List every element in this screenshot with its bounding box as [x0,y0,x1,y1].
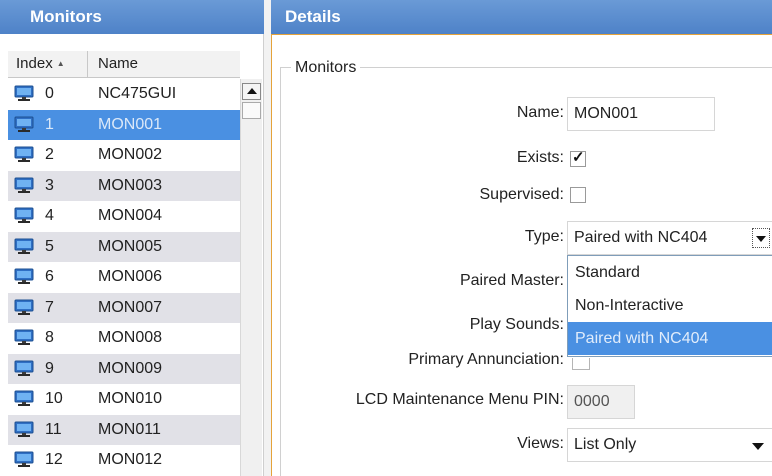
name-column-label: Name [98,55,139,72]
row-name: MON002 [98,146,163,163]
list-item[interactable]: 9 MON009 [8,353,240,384]
row-index: 5 [45,237,54,255]
groupbox-title: Monitors [291,59,361,77]
list-item[interactable]: 5 MON005 [8,231,240,262]
monitor-icon [14,85,34,101]
list-item[interactable]: 6 MON006 [8,262,240,293]
list-item[interactable]: 1 MON001 [8,109,240,140]
type-option-standard[interactable]: Standard [568,256,772,289]
row-index: 12 [45,451,63,468]
details-panel-title: Details [271,0,772,34]
row-name: NC475GUI [98,85,177,102]
scroll-up-button[interactable] [242,83,261,100]
row-index: 11 [45,420,62,438]
row-index: 9 [45,359,54,377]
supervised-label: Supervised: [479,186,565,203]
row-name: MON004 [98,207,163,224]
row-index: 3 [45,176,54,194]
primary-annunciation-label: Primary Annunciation: [408,351,564,368]
monitor-icon [14,390,34,406]
list-scrollbar[interactable] [240,79,262,476]
monitor-icon [14,146,34,162]
row-name: MON008 [98,329,163,346]
monitor-icon [14,360,34,376]
monitor-icon [14,451,34,467]
row-index: 4 [45,207,54,224]
type-option-non-interactive[interactable]: Non-Interactive [568,289,772,322]
index-column-label: Index [16,55,53,72]
name-column-header[interactable]: Name [98,51,138,77]
row-index: 0 [45,85,54,102]
list-item[interactable]: 12 MON012 [8,445,240,476]
list-column-header: Index ▲ Name [8,51,240,78]
list-item[interactable]: 4 MON004 [8,201,240,232]
row-name: MON010 [98,390,163,407]
exists-checkbox[interactable]: ✓ [570,149,586,167]
row-name: MON009 [98,359,163,377]
primary-annunciation-checkbox[interactable] [572,358,590,370]
list-item[interactable]: 7 MON007 [8,292,240,323]
row-name: MON006 [98,268,163,285]
panel-splitter[interactable] [264,0,271,476]
row-index: 8 [45,329,54,346]
views-label: Views: [517,435,564,452]
monitor-icon [14,177,34,193]
exists-label: Exists: [516,149,564,166]
monitor-icon [14,116,34,132]
type-dropdown-list: Standard Non-Interactive Paired with NC4… [567,255,772,357]
row-index: 2 [45,146,54,163]
row-name: MON001 [98,115,163,133]
row-name: MON005 [98,237,163,255]
monitor-icon [14,299,34,315]
list-item[interactable]: 11 MON011 [8,414,240,445]
list-item[interactable]: 10 MON010 [8,384,240,415]
supervised-checkbox[interactable] [570,187,586,203]
monitor-icon [14,329,34,345]
scroll-thumb[interactable] [242,102,261,119]
lcd-pin-field[interactable]: 0000 [567,385,635,419]
list-item[interactable]: 2 MON002 [8,140,240,171]
row-index: 10 [45,390,63,407]
monitor-icon [14,421,34,437]
list-item[interactable]: 8 MON008 [8,323,240,354]
index-column-header[interactable]: Index ▲ [16,51,88,77]
views-selected-value: List Only [574,436,637,453]
row-index: 7 [45,298,54,316]
details-panel: Monitors Name: MON001 Exists: ✓ Supervis… [271,34,772,476]
list-item[interactable]: 3 MON003 [8,170,240,201]
row-name: MON003 [98,176,163,194]
lcd-pin-label: LCD Maintenance Menu PIN: [355,391,564,408]
chevron-down-icon[interactable] [752,443,764,450]
row-name: MON007 [98,298,163,316]
chevron-down-icon[interactable] [752,228,770,248]
play-sounds-label: Play Sounds: [469,316,564,333]
sort-ascending-icon: ▲ [56,59,65,68]
paired-master-label: Paired Master: [459,272,564,289]
checkmark-icon: ✓ [572,149,585,166]
monitor-icon [14,238,34,254]
row-name: MON012 [98,451,163,468]
row-index: 1 [45,115,54,133]
views-select[interactable]: List Only [567,428,772,462]
type-select[interactable]: Paired with NC404 [567,221,772,255]
type-label: Type: [524,228,564,245]
list-item[interactable]: 0 NC475GUI [8,79,240,110]
monitor-icon [14,207,34,223]
row-name: MON011 [98,420,161,438]
type-option-paired[interactable]: Paired with NC404 [568,322,772,355]
name-field[interactable]: MON001 [567,97,715,131]
monitor-icon [14,268,34,284]
monitors-list: 0 NC475GUI 1 MON001 2 MON002 3 MON003 4 MON004 5 MO… [8,79,240,476]
monitors-panel-title: Monitors [0,0,264,34]
monitors-list-panel: Index ▲ Name 0 NC475GUI 1 MON001 2 MON002 3 MON0… [0,34,264,476]
type-selected-value: Paired with NC404 [574,229,708,246]
name-label: Name: [516,104,564,121]
row-index: 6 [45,268,54,285]
